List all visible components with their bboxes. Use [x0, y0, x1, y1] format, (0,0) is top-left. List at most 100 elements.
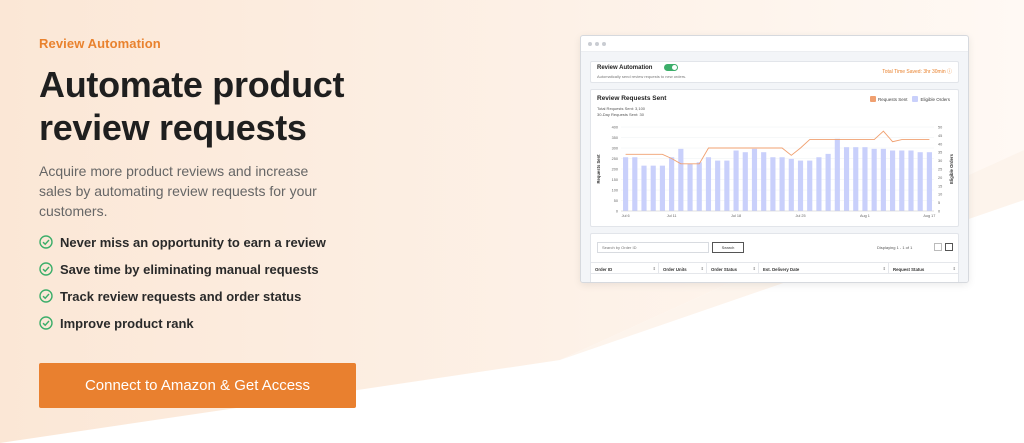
- feature-label: Track review requests and order status: [60, 288, 302, 304]
- bar-eligible-orders: [862, 147, 868, 211]
- connect-amazon-button[interactable]: Connect to Amazon & Get Access: [39, 363, 356, 408]
- column-header-order-status[interactable]: Order Status: [707, 263, 759, 273]
- window-titlebar: [581, 36, 968, 52]
- y-tick-label: 250: [612, 157, 618, 161]
- y2-tick-label: 20: [938, 176, 942, 180]
- feature-item: Improve product rank: [39, 314, 326, 332]
- y2-tick-label: 0: [938, 210, 940, 214]
- y-tick-label: 350: [612, 136, 618, 140]
- order-search-input[interactable]: [597, 242, 709, 253]
- bar-eligible-orders: [632, 157, 638, 211]
- feature-label: Save time by eliminating manual requests: [60, 261, 319, 277]
- column-header-request-status[interactable]: Request Status: [889, 263, 958, 273]
- orders-table-card: Search Displaying 1 - 1 of 1 Order ID Or…: [590, 233, 959, 282]
- y2-tick-label: 5: [938, 201, 940, 205]
- eyebrow-label: Review Automation: [39, 36, 161, 51]
- table-header: Order ID Order Units Order Status Est. D…: [591, 262, 958, 274]
- bar-eligible-orders: [779, 157, 785, 211]
- y-tick-label: 150: [612, 178, 618, 182]
- bar-eligible-orders: [761, 152, 767, 211]
- hero-description: Acquire more product reviews and increas…: [39, 163, 317, 219]
- check-circle-icon: [39, 262, 53, 276]
- y-tick-label: 100: [612, 189, 618, 193]
- bar-eligible-orders: [788, 158, 794, 211]
- mockup-body: Review Automation Automatically send rev…: [581, 52, 968, 282]
- check-circle-icon: [39, 316, 53, 330]
- automation-toggle[interactable]: [664, 64, 678, 71]
- automation-title: Review Automation: [597, 65, 653, 71]
- bar-eligible-orders: [825, 153, 831, 211]
- bar-eligible-orders: [659, 165, 666, 211]
- bar-eligible-orders: [669, 157, 675, 211]
- bar-eligible-orders: [917, 152, 923, 211]
- y-tick-label: 0: [616, 210, 618, 214]
- search-button[interactable]: Search: [712, 242, 744, 253]
- x-tick-label: Jul 11: [667, 214, 677, 218]
- dashboard-mockup: Review Automation Automatically send rev…: [580, 35, 969, 283]
- column-header-delivery-date[interactable]: Est. Delivery Date: [759, 263, 889, 273]
- y2-tick-label: 15: [938, 184, 942, 188]
- y2-tick-label: 10: [938, 193, 942, 197]
- pagination-info: Displaying 1 - 1 of 1: [877, 245, 913, 250]
- bar-eligible-orders: [807, 160, 813, 211]
- feature-item: Track review requests and order status: [39, 287, 326, 305]
- bar-eligible-orders: [696, 162, 702, 211]
- feature-item: Save time by eliminating manual requests: [39, 260, 326, 278]
- bar-eligible-orders: [880, 148, 886, 211]
- y-tick-label: 400: [612, 126, 618, 130]
- window-dot: [595, 41, 599, 46]
- check-circle-icon: [39, 235, 53, 249]
- bar-eligible-orders: [678, 148, 684, 211]
- check-circle-icon: [39, 289, 53, 303]
- bar-eligible-orders: [751, 148, 758, 211]
- automation-subtitle: Automatically send review requests to ne…: [597, 74, 687, 79]
- y-tick-label: 300: [612, 147, 618, 151]
- review-requests-chart: 0 50 100 150 200 250 300 350 400 0 5 10 15 20 25 30 35 40…: [596, 126, 954, 219]
- bar-eligible-orders: [889, 150, 896, 211]
- bar-eligible-orders: [908, 150, 914, 211]
- bar-eligible-orders: [816, 157, 822, 211]
- bar-eligible-orders: [715, 160, 721, 211]
- bar-eligible-orders: [650, 165, 656, 211]
- feature-item: Never miss an opportunity to earn a revi…: [39, 233, 326, 251]
- window-dot: [588, 41, 592, 46]
- next-page-button[interactable]: [945, 243, 953, 251]
- automation-card: Review Automation Automatically send rev…: [590, 61, 959, 83]
- y2-tick-label: 30: [938, 159, 942, 163]
- bar-eligible-orders: [770, 157, 776, 211]
- bar-eligible-orders: [742, 152, 748, 211]
- hero-section: Review Automation Automate product revie…: [39, 36, 519, 408]
- y2-tick-label: 35: [938, 151, 942, 155]
- x-tick-label: Jul 25: [795, 214, 805, 218]
- bar-eligible-orders: [724, 160, 730, 211]
- bar-eligible-orders: [871, 148, 877, 211]
- column-header-order-units[interactable]: Order Units: [659, 263, 707, 273]
- bar-eligible-orders: [641, 165, 647, 211]
- page-title: Automate product review requests: [39, 64, 345, 148]
- bar-eligible-orders: [623, 157, 629, 211]
- bar-eligible-orders: [853, 147, 859, 211]
- x-tick-label: Aug 1: [860, 214, 870, 218]
- bar-eligible-orders: [843, 147, 850, 211]
- bar-eligible-orders: [705, 157, 712, 211]
- bar-eligible-orders: [687, 163, 693, 211]
- bar-eligible-orders: [834, 138, 840, 211]
- y-tick-label: 50: [614, 199, 618, 203]
- chart-card: Review Requests Sent Total Requests Sent…: [590, 89, 959, 227]
- prev-page-button[interactable]: [934, 243, 942, 251]
- time-saved-label: Total Time Saved: 3hr 30min ⓘ: [882, 69, 952, 75]
- y2-tick-label: 25: [938, 168, 942, 172]
- y-axis-title: Requests Sent: [596, 154, 601, 184]
- bar-eligible-orders: [733, 150, 739, 211]
- y2-tick-label: 50: [938, 126, 942, 130]
- y2-axis-title: Eligible Orders: [949, 153, 954, 183]
- bar-eligible-orders: [899, 150, 905, 211]
- feature-label: Improve product rank: [60, 315, 194, 331]
- feature-list: Never miss an opportunity to earn a revi…: [39, 233, 326, 341]
- feature-label: Never miss an opportunity to earn a revi…: [60, 234, 326, 250]
- bar-eligible-orders: [926, 152, 932, 211]
- y-tick-label: 200: [612, 168, 618, 172]
- column-header-order-id[interactable]: Order ID: [591, 263, 659, 273]
- bar-eligible-orders: [797, 160, 804, 211]
- x-tick-label: Jul 6: [622, 214, 630, 218]
